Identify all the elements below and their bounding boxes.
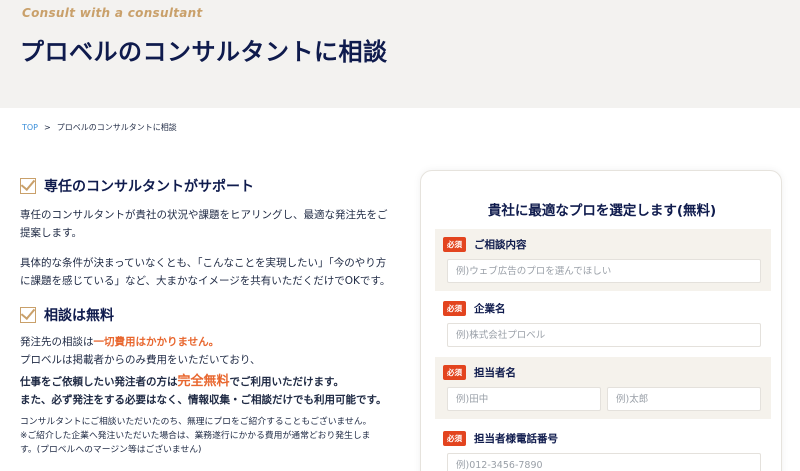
breadcrumb-home-link[interactable]: TOP — [22, 123, 38, 132]
support-description: 専任のコンサルタントが貴社の状況や課題をヒアリングし、最適な発注先をご 提案しま… — [20, 206, 392, 242]
free-text: でご利用いただけます。 — [229, 376, 344, 388]
form-title: 貴社に最適なプロを選定します(無料) — [487, 203, 717, 219]
hero-subtitle: Consult with a consultant — [22, 6, 203, 20]
free-section-title: 相談は無料 — [44, 308, 114, 324]
consultation-form: 貴社に最適なプロを選定します(無料) 必須 ご相談内容 必須 企業名 必須 担当… — [420, 170, 782, 471]
free-text: 発注先の相談は — [20, 336, 94, 348]
free-line: また、必ず発注をする必要はなく、情報収集・ご相談だけでも利用可能です。 — [20, 391, 392, 409]
field-label: ご相談内容 — [474, 239, 527, 251]
free-line: プロベルは掲載者からのみ費用をいただいており、 — [20, 351, 392, 369]
free-note: コンサルタントにご相談いただいたのち、無理にプロをご紹介することもございません。 — [20, 417, 372, 427]
support-desc-line: 提案します。 — [20, 227, 82, 239]
free-highlight: 完全無料 — [177, 374, 230, 389]
free-text: 仕事をご依頼したい発注者の方は — [20, 376, 178, 388]
free-line: 発注先の相談は一切費用はかかりません。 — [20, 333, 392, 351]
support-detail-line: 具体的な条件が決まっていなくとも、「こんなことを実現したい」「今のやり方 — [20, 257, 387, 269]
free-note: す。(プロベルへのマージン等はございません) — [20, 445, 202, 455]
field-phone: 必須 担当者様電話番号 — [435, 423, 771, 471]
field-company: 必須 企業名 — [435, 293, 771, 351]
support-desc-line: 専任のコンサルタントが貴社の状況や課題をヒアリングし、最適な発注先をご — [20, 209, 388, 221]
phone-input[interactable] — [447, 453, 761, 471]
consultation-input[interactable] — [447, 259, 761, 283]
free-note: ※ご紹介した企業へ発注いただいた場合は、業務遂行にかかる費用が通常どおり発生しま — [20, 431, 371, 441]
required-badge: 必須 — [443, 237, 466, 252]
support-detail: 具体的な条件が決まっていなくとも、「こんなことを実現したい」「今のやり方 に課題… — [20, 254, 392, 290]
company-input[interactable] — [447, 323, 761, 347]
free-highlight: 一切費用はかかりません。 — [93, 336, 220, 348]
required-badge: 必須 — [443, 365, 466, 380]
last-name-input[interactable] — [447, 387, 601, 411]
field-label: 担当者様電話番号 — [474, 433, 558, 445]
free-line: 仕事をご依頼したい発注者の方は完全無料でご利用いただけます。 — [20, 373, 392, 391]
support-section-title: 専任のコンサルタントがサポート — [44, 179, 254, 195]
page-hero: Consult with a consultant プロベルのコンサルタントに相… — [0, 0, 800, 108]
free-text: プロベルは掲載者からのみ費用をいただいており、 — [20, 354, 261, 366]
page-title: プロベルのコンサルタントに相談 — [20, 38, 388, 66]
checkbox-check-icon — [20, 307, 36, 323]
support-detail-line: に課題を感じている」など、大まかなイメージを共有いただくだけでOKです。 — [20, 275, 391, 287]
free-text: また、必ず発注をする必要はなく、情報収集・ご相談だけでも利用可能です。 — [20, 394, 387, 406]
field-label: 担当者名 — [474, 367, 516, 379]
required-badge: 必須 — [443, 301, 466, 316]
field-person: 必須 担当者名 — [435, 357, 771, 419]
free-section: 相談は無料 発注先の相談は一切費用はかかりません。 プロベルは掲載者からのみ費用… — [20, 305, 392, 457]
breadcrumb-separator: > — [44, 123, 51, 132]
first-name-input[interactable] — [607, 387, 761, 411]
field-consultation: 必須 ご相談内容 — [435, 229, 771, 291]
breadcrumb-current: プロベルのコンサルタントに相談 — [56, 123, 177, 132]
required-badge: 必須 — [443, 431, 466, 446]
breadcrumb: TOP > プロベルのコンサルタントに相談 — [22, 122, 177, 133]
checkbox-check-icon — [20, 178, 36, 194]
field-label: 企業名 — [474, 303, 506, 315]
support-section: 専任のコンサルタントがサポート 専任のコンサルタントが貴社の状況や課題をヒアリン… — [20, 176, 392, 290]
